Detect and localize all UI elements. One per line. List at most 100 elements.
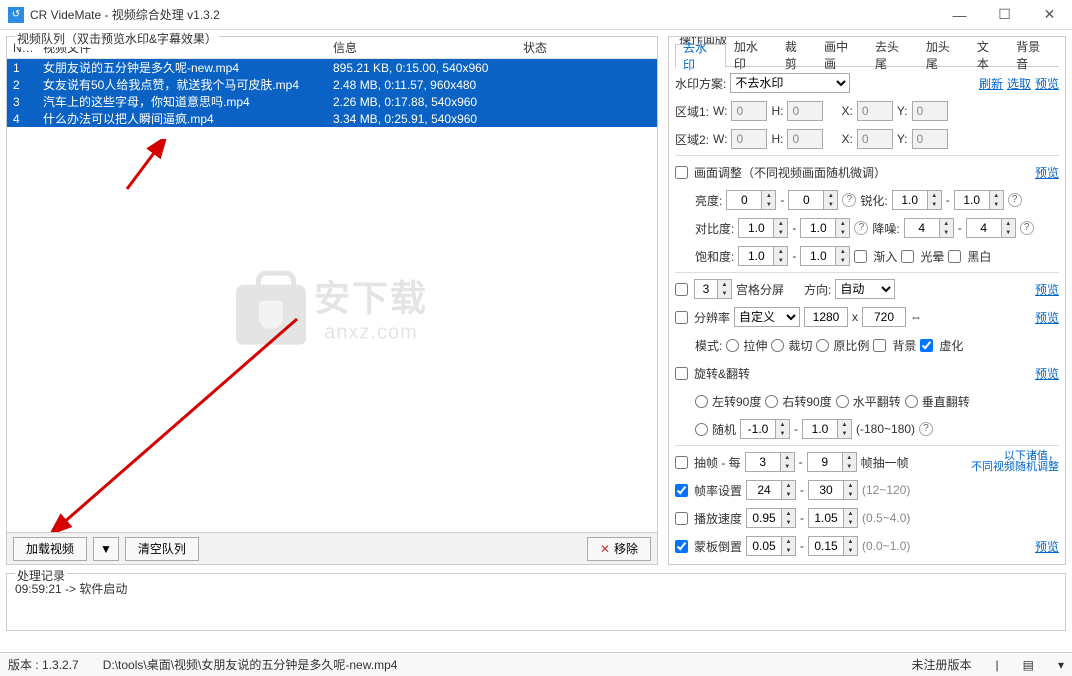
region2-x-input[interactable]	[857, 129, 893, 149]
resolution-checkbox[interactable]	[675, 311, 688, 324]
rot-hflip-radio[interactable]	[836, 395, 849, 408]
spinner-icon[interactable]: ▲▼	[782, 536, 796, 556]
brightness-a-input[interactable]	[726, 190, 762, 210]
mask-a-input[interactable]	[746, 536, 782, 556]
bg-checkbox[interactable]	[873, 339, 886, 352]
mask-b-input[interactable]	[808, 536, 844, 556]
speed-b-input[interactable]	[808, 508, 844, 528]
pick-link[interactable]: 选取	[1007, 75, 1031, 92]
br-b-input[interactable]	[808, 564, 844, 565]
denoise-b-input[interactable]	[966, 218, 1002, 238]
denoise-a-input[interactable]	[904, 218, 940, 238]
saturate-b-input[interactable]	[800, 246, 836, 266]
tab-add-watermark[interactable]: 加水印	[726, 43, 777, 67]
spinner-icon[interactable]: ▲▼	[782, 508, 796, 528]
preview-link[interactable]: 预览	[1035, 164, 1059, 181]
spinner-icon[interactable]: ▲▼	[762, 190, 776, 210]
spinner-icon[interactable]: ▲▼	[776, 419, 790, 439]
preview-link[interactable]: 预览	[1035, 365, 1059, 382]
spinner-icon[interactable]: ▲▼	[836, 218, 850, 238]
minimize-button[interactable]: —	[937, 0, 982, 29]
tab-pip[interactable]: 画中画	[816, 43, 867, 67]
blur-checkbox[interactable]	[920, 339, 933, 352]
rotate-checkbox[interactable]	[675, 367, 688, 380]
col-info[interactable]: 信息	[327, 39, 517, 56]
rot-vflip-radio[interactable]	[905, 395, 918, 408]
spinner-icon[interactable]: ▲▼	[844, 536, 858, 556]
insert-checkbox[interactable]	[854, 250, 867, 263]
mode-stretch-radio[interactable]	[726, 339, 739, 352]
bw-checkbox[interactable]	[948, 250, 961, 263]
help-icon[interactable]: ?	[919, 422, 933, 436]
adjust-checkbox[interactable]	[675, 166, 688, 179]
col-status[interactable]: 状态	[517, 39, 657, 56]
remove-button[interactable]: 移除	[587, 537, 651, 561]
tab-trim-head[interactable]: 去头尾	[867, 43, 918, 67]
spinner-icon[interactable]: ▲▼	[718, 279, 732, 299]
region2-h-input[interactable]	[787, 129, 823, 149]
chevron-down-icon[interactable]: ▾	[1058, 658, 1064, 672]
preview-link[interactable]: 预览	[1035, 75, 1059, 92]
sharpen-a-input[interactable]	[892, 190, 928, 210]
spinner-icon[interactable]: ▲▼	[844, 564, 858, 565]
help-icon[interactable]: ?	[842, 193, 856, 207]
mode-ratio-radio[interactable]	[816, 339, 829, 352]
help-icon[interactable]: ?	[1020, 221, 1034, 235]
rot-b-input[interactable]	[802, 419, 838, 439]
resolution-mode-select[interactable]: 自定义	[734, 307, 800, 327]
res-h-input[interactable]	[862, 307, 906, 327]
table-row[interactable]: 3 汽车上的这些字母，你知道意思吗.mp4 2.26 MB, 0:17.88, …	[7, 93, 657, 110]
region2-y-input[interactable]	[912, 129, 948, 149]
tab-crop[interactable]: 裁剪	[777, 43, 816, 67]
br-a-input[interactable]	[746, 564, 782, 565]
spinner-icon[interactable]: ▲▼	[990, 190, 1004, 210]
table-body[interactable]: 1 女朋友说的五分钟是多久呢-new.mp4 895.21 KB, 0:15.0…	[7, 59, 657, 532]
spinner-icon[interactable]: ▲▼	[843, 452, 857, 472]
spinner-icon[interactable]: ▲▼	[940, 218, 954, 238]
table-row[interactable]: 2 女友说有50人给我点赞，就送我个马可皮肤.mp4 2.48 MB, 0:11…	[7, 76, 657, 93]
spinner-icon[interactable]: ▲▼	[1002, 218, 1016, 238]
spinner-icon[interactable]: ▲▼	[774, 218, 788, 238]
preview-link[interactable]: 预览	[1035, 309, 1059, 326]
load-video-dropdown-button[interactable]: ▼	[93, 537, 119, 561]
preview-link[interactable]: 预览	[1035, 281, 1059, 298]
region1-w-input[interactable]	[731, 101, 767, 121]
wm-scheme-select[interactable]: 不去水印	[730, 73, 850, 93]
grid-checkbox[interactable]	[675, 283, 688, 296]
spinner-icon[interactable]: ▲▼	[928, 190, 942, 210]
region1-x-input[interactable]	[857, 101, 893, 121]
spinner-icon[interactable]: ▲▼	[774, 246, 788, 266]
contrast-a-input[interactable]	[738, 218, 774, 238]
direction-select[interactable]: 自动	[835, 279, 895, 299]
mask-checkbox[interactable]	[675, 540, 688, 553]
region2-w-input[interactable]	[731, 129, 767, 149]
tab-add-head[interactable]: 加头尾	[918, 43, 969, 67]
tab-remove-watermark[interactable]: 去水印	[675, 44, 726, 68]
table-row[interactable]: 4 什么办法可以把人瞬间逼疯.mp4 3.34 MB, 0:25.91, 540…	[7, 110, 657, 127]
mode-crop-radio[interactable]	[771, 339, 784, 352]
grid-n-input[interactable]	[694, 279, 718, 299]
halo-checkbox[interactable]	[901, 250, 914, 263]
rot-right90-radio[interactable]	[765, 395, 778, 408]
speed-a-input[interactable]	[746, 508, 782, 528]
spinner-icon[interactable]: ▲▼	[824, 190, 838, 210]
res-w-input[interactable]	[804, 307, 848, 327]
settings-icon[interactable]: ▤	[1023, 658, 1034, 672]
brightness-b-input[interactable]	[788, 190, 824, 210]
spinner-icon[interactable]: ▲▼	[782, 480, 796, 500]
table-row[interactable]: 1 女朋友说的五分钟是多久呢-new.mp4 895.21 KB, 0:15.0…	[7, 59, 657, 76]
load-video-button[interactable]: 加载视频	[13, 537, 87, 561]
rot-random-radio[interactable]	[695, 423, 708, 436]
fd-b-input[interactable]	[807, 452, 843, 472]
rot-a-input[interactable]	[740, 419, 776, 439]
refresh-link[interactable]: 刷新	[979, 75, 1003, 92]
spinner-icon[interactable]: ▲▼	[836, 246, 850, 266]
swap-icon[interactable]: ⇔	[910, 310, 922, 324]
tab-text[interactable]: 文本	[969, 43, 1008, 67]
maximize-button[interactable]: ☐	[982, 0, 1027, 29]
fps-b-input[interactable]	[808, 480, 844, 500]
fps-a-input[interactable]	[746, 480, 782, 500]
help-icon[interactable]: ?	[854, 221, 868, 235]
spinner-icon[interactable]: ▲▼	[781, 452, 795, 472]
rot-left90-radio[interactable]	[695, 395, 708, 408]
